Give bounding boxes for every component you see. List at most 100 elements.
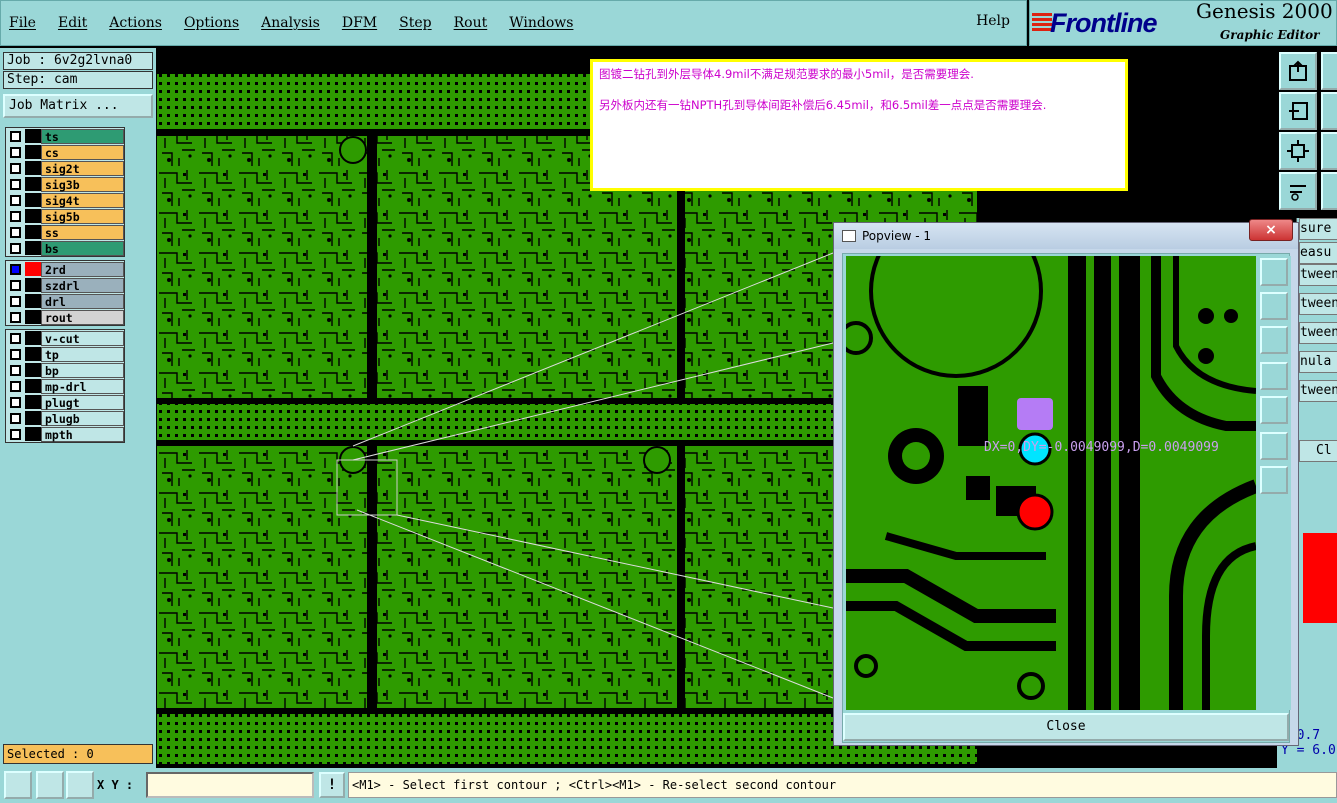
layer-name[interactable]: plugt: [41, 394, 124, 410]
layer-color-swatch[interactable]: [25, 177, 41, 191]
measure-option-2[interactable]: tween: [1299, 264, 1337, 286]
layer-row-plugt[interactable]: plugt: [6, 394, 124, 410]
layer-name[interactable]: bs: [41, 240, 124, 256]
zoom-back-icon[interactable]: [1279, 92, 1317, 130]
layer-checkbox[interactable]: [10, 146, 21, 158]
layer-color-swatch[interactable]: [25, 395, 41, 409]
layer-checkbox[interactable]: [10, 130, 21, 142]
zoom-area-icon[interactable]: [1321, 132, 1337, 170]
menu-help[interactable]: Help: [976, 13, 1010, 29]
layer-checkbox[interactable]: [10, 396, 21, 408]
menu-rout[interactable]: Rout: [454, 15, 488, 31]
layer-checkbox[interactable]: [10, 380, 21, 392]
job-matrix-button[interactable]: Job Matrix ...: [3, 94, 153, 118]
layer-name[interactable]: rout: [41, 309, 124, 325]
layer-color-swatch[interactable]: [25, 262, 41, 276]
layer-name[interactable]: sig2t: [41, 160, 124, 176]
menu-actions[interactable]: Actions: [109, 15, 162, 31]
layer-color-swatch[interactable]: [25, 193, 41, 207]
layer-name[interactable]: cs: [41, 144, 124, 160]
layer-name[interactable]: ss: [41, 224, 124, 240]
snap-icon[interactable]: [4, 771, 32, 799]
popview-down-icon[interactable]: [1260, 326, 1288, 354]
menu-analysis[interactable]: Analysis: [261, 15, 320, 31]
layer-name[interactable]: ts: [41, 128, 124, 144]
popview-fit-icon[interactable]: [1260, 432, 1288, 460]
menu-edit[interactable]: Edit: [58, 15, 87, 31]
layer-color-swatch[interactable]: [25, 427, 41, 441]
layer-row-rout[interactable]: rout: [6, 309, 124, 325]
fit-screen-icon[interactable]: [1279, 132, 1317, 170]
pan-icon[interactable]: [1321, 52, 1337, 90]
layer-color-swatch[interactable]: [25, 294, 41, 308]
layer-checkbox[interactable]: [10, 210, 21, 222]
layer-checkbox[interactable]: [10, 279, 21, 291]
layer-color-swatch[interactable]: [25, 310, 41, 324]
layer-name[interactable]: drl: [41, 293, 124, 309]
layer-row-sig4t[interactable]: sig4t: [6, 192, 124, 208]
layer-row-plugb[interactable]: plugb: [6, 410, 124, 426]
layer-row-bp[interactable]: bp: [6, 362, 124, 378]
layer-checkbox[interactable]: [10, 194, 21, 206]
layer-color-swatch[interactable]: [25, 278, 41, 292]
layer-row-tp[interactable]: tp: [6, 346, 124, 362]
layer-color-swatch[interactable]: [25, 145, 41, 159]
popview-titlebar[interactable]: Popview - 1: [834, 223, 1298, 249]
measure-option-3[interactable]: tween: [1299, 293, 1337, 315]
layer-name[interactable]: sig3b: [41, 176, 124, 192]
layer-row-2rd[interactable]: 2rd: [6, 261, 124, 277]
popview-right-icon[interactable]: [1260, 396, 1288, 424]
layer-row-sig3b[interactable]: sig3b: [6, 176, 124, 192]
popview-left-icon[interactable]: [1260, 362, 1288, 390]
layer-name[interactable]: sig5b: [41, 208, 124, 224]
measure-option-4[interactable]: tween: [1299, 322, 1337, 344]
measure-option-1[interactable]: easu: [1299, 242, 1337, 264]
menu-dfm[interactable]: DFM: [342, 15, 377, 31]
window-close-icon[interactable]: ×: [1249, 219, 1293, 241]
layer-checkbox[interactable]: [10, 428, 21, 440]
popview-canvas[interactable]: DX=0,DY=-0.0049099,D=0.0049099: [846, 256, 1256, 710]
layer-color-swatch[interactable]: [25, 363, 41, 377]
measure-option-5[interactable]: nula: [1299, 351, 1337, 373]
layer-color-swatch[interactable]: [25, 411, 41, 425]
layer-checkbox[interactable]: [10, 332, 21, 344]
popview-close-button[interactable]: Close: [843, 713, 1289, 741]
layer-checkbox[interactable]: [10, 162, 21, 174]
layer-checkbox[interactable]: [10, 412, 21, 424]
layer-checkbox[interactable]: [10, 348, 21, 360]
measure-tool-icon[interactable]: [1279, 172, 1317, 210]
layer-color-swatch[interactable]: [25, 331, 41, 345]
zoom-home-icon[interactable]: [1279, 52, 1317, 90]
layer-row-sig2t[interactable]: sig2t: [6, 160, 124, 176]
grid-icon[interactable]: [1321, 172, 1337, 210]
exclamation-button[interactable]: !: [319, 772, 345, 798]
layer-name[interactable]: mpth: [41, 426, 124, 442]
layer-checkbox[interactable]: [10, 226, 21, 238]
layer-checkbox[interactable]: [10, 295, 21, 307]
layer-color-swatch[interactable]: [25, 241, 41, 255]
menu-step[interactable]: Step: [399, 15, 431, 31]
grid-snap-icon[interactable]: [66, 771, 94, 799]
pad-red[interactable]: [1016, 493, 1054, 531]
pad-purple[interactable]: [1017, 398, 1053, 430]
layer-name[interactable]: sig4t: [41, 192, 124, 208]
layer-checkbox[interactable]: [10, 311, 21, 323]
layer-row-cs[interactable]: cs: [6, 144, 124, 160]
popview-expand-icon[interactable]: [1260, 466, 1288, 494]
xy-input[interactable]: [146, 772, 314, 798]
layer-row-sig5b[interactable]: sig5b: [6, 208, 124, 224]
layer-row-szdrl[interactable]: szdrl: [6, 277, 124, 293]
popview-zoomed-pcb[interactable]: [846, 256, 1256, 710]
layer-color-swatch[interactable]: [25, 379, 41, 393]
popview-home-icon[interactable]: [1260, 292, 1288, 320]
menu-windows[interactable]: Windows: [509, 15, 573, 31]
layer-color-swatch[interactable]: [25, 129, 41, 143]
layer-checkbox[interactable]: [10, 364, 21, 376]
menu-options[interactable]: Options: [184, 15, 239, 31]
layer-row-drl[interactable]: drl: [6, 293, 124, 309]
layer-color-swatch[interactable]: [25, 347, 41, 361]
layer-row-mpth[interactable]: mpth: [6, 426, 124, 442]
angle-icon[interactable]: [36, 771, 64, 799]
layer-row-ts[interactable]: ts: [6, 128, 124, 144]
layer-row-ss[interactable]: ss: [6, 224, 124, 240]
